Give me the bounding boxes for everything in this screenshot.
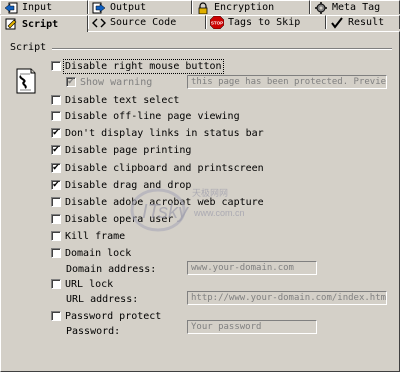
tab-source-code-label: Source Code (110, 17, 177, 28)
checkbox-password-protect[interactable] (51, 311, 61, 321)
domain-address-input[interactable]: www.your-domain.com (187, 261, 317, 275)
gear-icon (314, 1, 328, 14)
tab-script-label: Script (22, 18, 59, 30)
checkbox-disable-acrobat[interactable] (51, 197, 61, 207)
tab-input[interactable]: Input (0, 0, 88, 14)
label-password: Password: (66, 326, 121, 337)
checkbox-disable-offline[interactable] (51, 111, 61, 121)
label-disable-clipboard: Disable clipboard and printscreen (65, 162, 264, 174)
label-no-status-links: Don't display links in status bar (65, 127, 264, 139)
option-disable-offline[interactable]: Disable off-line page viewing (51, 109, 240, 123)
tab-result-label: Result (348, 17, 385, 28)
site-watermark: ITsky 天极网网 www.com.cn (128, 178, 268, 238)
checkbox-no-status-links[interactable]: ✔ (51, 128, 61, 138)
option-disable-clipboard[interactable]: ✔ Disable clipboard and printscreen (51, 161, 264, 175)
label-domain-address: Domain address: (66, 264, 157, 275)
checkbox-kill-frame[interactable] (51, 231, 61, 241)
tab-meta-tag[interactable]: Meta Tag (310, 0, 400, 14)
url-address-input[interactable]: http://www.your-domain.com/index.htm (187, 291, 387, 305)
tab-script[interactable]: Script (0, 15, 88, 32)
watermark-url-text: www.com.cn (193, 208, 245, 218)
label-disable-printing: Disable page printing (65, 144, 192, 156)
checkbox-disable-printing[interactable]: ✔ (51, 145, 61, 155)
tab-encryption[interactable]: Encryption (192, 0, 310, 14)
code-icon (92, 17, 106, 29)
watermark-cn-text: 天极网网 (192, 187, 228, 199)
option-show-warning[interactable]: ✔ Show warning (66, 75, 152, 89)
label-disable-offline: Disable off-line page viewing (65, 110, 240, 122)
label-kill-frame: Kill frame (65, 230, 126, 242)
label-url-address: URL address: (66, 294, 139, 305)
tab-tags-to-skip[interactable]: STOP Tags to Skip (206, 15, 326, 29)
tab-source-code[interactable]: Source Code (88, 15, 206, 29)
option-password-protect[interactable]: Password protect (51, 309, 161, 323)
tab-encryption-label: Encryption (214, 2, 275, 13)
checkbox-disable-opera[interactable] (51, 214, 61, 224)
tab-meta-tag-label: Meta Tag (332, 2, 381, 13)
option-domain-lock[interactable]: Domain lock (51, 246, 131, 260)
group-label-script: Script (10, 42, 47, 53)
checkbox-disable-text-select[interactable] (51, 95, 61, 105)
label-disable-right-click: Disable right mouse button (63, 58, 224, 74)
tab-tags-to-skip-label: Tags to Skip (228, 17, 301, 28)
checkbox-domain-lock[interactable] (51, 248, 61, 258)
tab-result[interactable]: Result (326, 15, 400, 29)
script-document-icon (14, 68, 38, 94)
label-url-lock: URL lock (65, 278, 114, 290)
tab-row-top: Input Output Encryption Meta Tag (0, 0, 400, 15)
checkbox-url-lock[interactable] (51, 279, 61, 289)
option-kill-frame[interactable]: Kill frame (51, 229, 125, 243)
arrow-left-icon (4, 2, 18, 14)
pencil-icon (4, 18, 18, 30)
check-icon (330, 16, 344, 29)
warning-text-field[interactable]: this page has been protected. Preview (187, 75, 387, 89)
tab-output-label: Output (110, 2, 147, 13)
option-disable-printing[interactable]: ✔ Disable page printing (51, 143, 191, 157)
stop-icon: STOP (210, 16, 224, 29)
label-disable-text-select: Disable text select (65, 94, 180, 106)
option-url-lock[interactable]: URL lock (51, 277, 113, 291)
checkbox-show-warning[interactable]: ✔ (66, 77, 76, 87)
group-divider (52, 48, 392, 50)
label-password-protect: Password protect (65, 310, 162, 322)
option-no-status-links[interactable]: ✔ Don't display links in status bar (51, 126, 264, 140)
option-disable-text-select[interactable]: Disable text select (51, 93, 179, 107)
tab-output[interactable]: Output (88, 0, 192, 14)
checkbox-disable-clipboard[interactable]: ✔ (51, 163, 61, 173)
option-disable-right-click[interactable]: Disable right mouse button (51, 58, 224, 74)
checkbox-disable-right-click[interactable] (51, 61, 61, 71)
password-input[interactable]: Your password (187, 320, 317, 334)
label-show-warning: Show warning (80, 76, 153, 88)
lock-icon (196, 1, 210, 14)
tab-input-label: Input (22, 2, 53, 13)
checkbox-disable-drag[interactable]: ✔ (51, 180, 61, 190)
label-domain-lock: Domain lock (65, 247, 132, 259)
stop-icon-text: STOP (211, 21, 223, 26)
arrow-right-icon (92, 2, 106, 14)
watermark-logo-text: ITsky (142, 201, 189, 223)
tab-row-bottom: Script Source Code STOP Tags to Skip Res… (0, 15, 400, 32)
